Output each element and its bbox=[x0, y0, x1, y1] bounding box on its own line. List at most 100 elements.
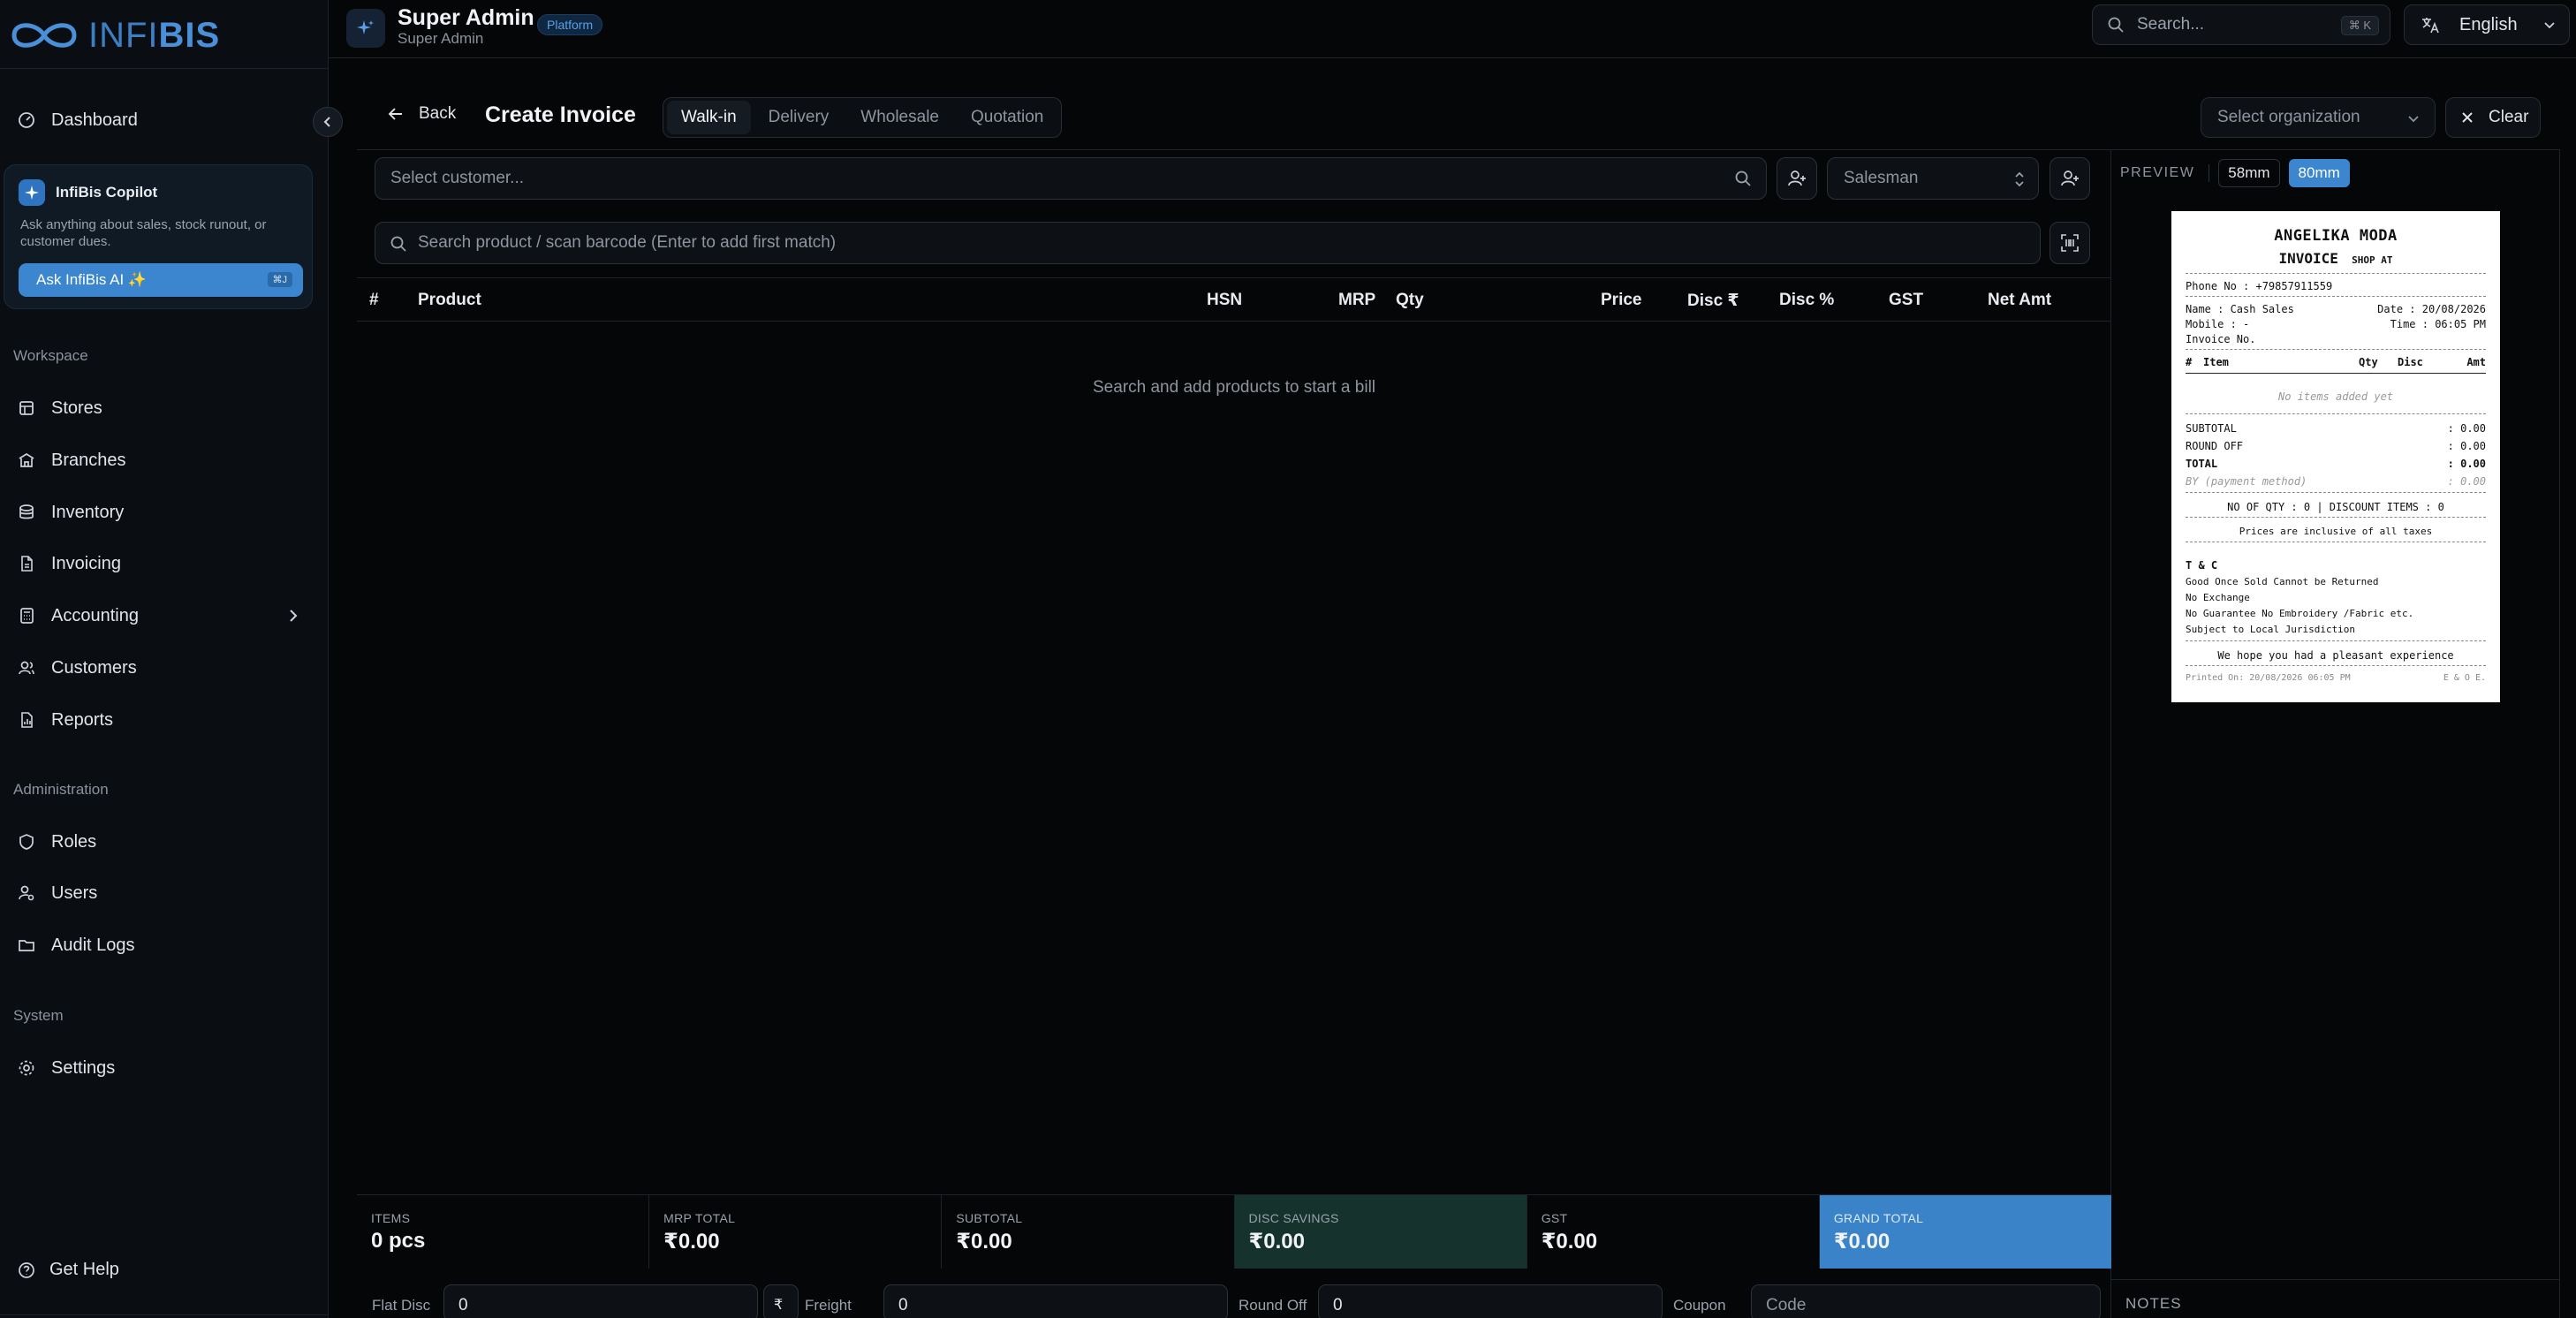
preview-label: PREVIEW bbox=[2120, 165, 2195, 180]
col-product: Product bbox=[418, 291, 481, 309]
brand-wordmark: INFIBIS bbox=[88, 15, 221, 55]
sidebar-item-label: Customers bbox=[51, 657, 137, 678]
back-button[interactable]: Back bbox=[387, 104, 456, 124]
add-salesman-button[interactable] bbox=[2049, 157, 2090, 200]
receipt-divider bbox=[2186, 665, 2486, 666]
brand-logo[interactable]: INFIBIS bbox=[7, 12, 220, 58]
receipt-divider bbox=[2186, 296, 2486, 297]
chevron-updown-icon bbox=[2015, 171, 2024, 187]
flat-disc-label: Flat Disc bbox=[372, 1297, 431, 1314]
disc-type-toggle[interactable]: ₹ bbox=[763, 1284, 799, 1318]
sidebar-item-customers[interactable]: Customers bbox=[12, 650, 304, 686]
tab-delivery[interactable]: Delivery bbox=[754, 101, 844, 134]
receipt-total: : 0.00 bbox=[2447, 458, 2486, 470]
receipt-printed-on: Printed On: 20/08/2026 06:05 PM bbox=[2186, 673, 2351, 683]
receipt-invoice-no: Invoice No. bbox=[2186, 333, 2256, 345]
language-label: English bbox=[2459, 14, 2518, 34]
sidebar-item-branches[interactable]: Branches bbox=[12, 443, 304, 478]
platform-badge: Platform bbox=[537, 14, 603, 35]
sidebar-item-accounting[interactable]: Accounting bbox=[12, 598, 304, 633]
col-gst: GST bbox=[1889, 291, 1924, 309]
search-shortcut: ⌘ K bbox=[2340, 16, 2379, 35]
receipt-mobile: Mobile : - bbox=[2186, 318, 2250, 330]
language-select[interactable]: English bbox=[2404, 4, 2570, 45]
receipt-tc-line: Good Once Sold Cannot be Returned bbox=[2186, 576, 2379, 587]
coupon-label: Coupon bbox=[1673, 1297, 1726, 1314]
receipt-tc-line: No Guarantee No Embroidery /Fabric etc. bbox=[2186, 608, 2414, 619]
calculator-icon bbox=[20, 608, 34, 624]
add-customer-button[interactable] bbox=[1777, 157, 1817, 200]
receipt-divider bbox=[2186, 517, 2486, 518]
file-icon bbox=[21, 556, 33, 572]
receipt-qty-summary: NO OF QTY : 0 | DISCOUNT ITEMS : 0 bbox=[2227, 501, 2444, 513]
receipt-no-items: No items added yet bbox=[2277, 390, 2394, 403]
sidebar-item-label: Reports bbox=[51, 709, 114, 730]
sidebar-item-users[interactable]: Users bbox=[12, 875, 304, 911]
salesman-select[interactable]: Salesman bbox=[1827, 157, 2039, 200]
sidebar-item-label: Dashboard bbox=[51, 110, 138, 130]
customer-select-input[interactable]: Select customer... bbox=[375, 157, 1767, 200]
total-mrp: MRP TOTAL ₹0.00 bbox=[649, 1195, 943, 1269]
totals-strip: ITEMS 0 pcs MRP TOTAL ₹0.00 SUBTOTAL ₹0.… bbox=[357, 1194, 2112, 1269]
sidebar-item-label: Roles bbox=[51, 831, 97, 852]
sidebar-item-inventory[interactable]: Inventory bbox=[12, 495, 304, 530]
chevron-down-icon bbox=[2408, 116, 2419, 123]
sidebar-divider bbox=[0, 1314, 329, 1315]
sidebar-item-settings[interactable]: Settings bbox=[12, 1050, 304, 1086]
sidebar-divider bbox=[0, 68, 329, 69]
header-title: Super Admin bbox=[398, 5, 534, 30]
copilot-header: InfiBis Copilot bbox=[19, 179, 157, 206]
invoice-mode-tabs: Walk-in Delivery Wholesale Quotation bbox=[663, 97, 1063, 138]
receipt-roundoff-row: ROUND OFF : 0.00 bbox=[2186, 440, 2486, 452]
receipt-subtotal: : 0.00 bbox=[2447, 422, 2486, 435]
global-search-input[interactable]: Search... ⌘ K bbox=[2092, 4, 2390, 45]
scan-barcode-button[interactable] bbox=[2049, 222, 2090, 264]
organization-select[interactable]: Select organization bbox=[2201, 97, 2436, 138]
sidebar-item-reports[interactable]: Reports bbox=[12, 702, 304, 738]
collapse-sidebar-button[interactable] bbox=[313, 107, 343, 137]
receipt-payment: : 0.00 bbox=[2447, 475, 2486, 488]
flat-disc-input[interactable]: 0 bbox=[443, 1284, 758, 1318]
receipt-total-label: TOTAL bbox=[2186, 458, 2218, 470]
customer-placeholder: Select customer... bbox=[390, 169, 525, 187]
receipt-mobile-row: Mobile : - Time : 06:05 PM bbox=[2186, 318, 2486, 330]
header-subtitle: Super Admin bbox=[398, 30, 484, 47]
sidebar-item-label: Users bbox=[51, 882, 98, 903]
clear-button[interactable]: Clear bbox=[2445, 97, 2541, 138]
tab-walk-in[interactable]: Walk-in bbox=[667, 101, 751, 134]
paper-size-58mm[interactable]: 58mm bbox=[2218, 159, 2280, 187]
sidebar-item-label: Settings bbox=[51, 1057, 116, 1078]
coupon-input[interactable]: Code bbox=[1751, 1284, 2101, 1318]
store-icon bbox=[19, 401, 34, 415]
sidebar-item-dashboard[interactable]: Dashboard bbox=[12, 102, 304, 138]
administration-section-label: Administration bbox=[13, 781, 109, 798]
receipt-divider bbox=[2186, 273, 2486, 274]
receipt-preview: ANGELIKA MODA INVOICE SHOP AT Phone No :… bbox=[2171, 211, 2500, 702]
sidebar-item-invoicing[interactable]: Invoicing bbox=[12, 546, 304, 581]
ask-ai-button[interactable]: Ask InfiBis AI ✨ ⌘J bbox=[19, 263, 303, 297]
freight-input[interactable]: 0 bbox=[883, 1284, 1228, 1318]
sidebar-item-label: Inventory bbox=[51, 502, 125, 522]
sidebar-item-stores[interactable]: Stores bbox=[12, 390, 304, 426]
product-search-input[interactable]: Search product / scan barcode (Enter to … bbox=[375, 222, 2041, 264]
receipt-divider bbox=[2186, 349, 2486, 350]
total-label: SUBTOTAL bbox=[956, 1211, 1023, 1225]
database-icon bbox=[19, 504, 34, 519]
total-label: GRAND TOTAL bbox=[1833, 1211, 1924, 1225]
receipt-col-qty: Qty bbox=[2359, 356, 2378, 368]
receipt-col-amt: Amt bbox=[2466, 356, 2486, 368]
tab-wholesale[interactable]: Wholesale bbox=[846, 101, 953, 134]
sidebar-item-roles[interactable]: Roles bbox=[12, 824, 304, 860]
sidebar-item-audit-logs[interactable]: Audit Logs bbox=[12, 928, 304, 963]
receipt-thanks: We hope you had a pleasant experience bbox=[2217, 649, 2454, 662]
total-grand: GRAND TOTAL ₹0.00 bbox=[1819, 1195, 2112, 1269]
sparkle-icon bbox=[346, 9, 385, 48]
total-value: ₹0.00 bbox=[1833, 1230, 1890, 1254]
get-help-link[interactable]: Get Help bbox=[18, 1260, 119, 1280]
tab-quotation[interactable]: Quotation bbox=[957, 101, 1057, 134]
total-value: ₹0.00 bbox=[663, 1230, 720, 1254]
help-circle-icon bbox=[19, 1261, 34, 1278]
paper-size-80mm[interactable]: 80mm bbox=[2288, 159, 2350, 187]
receipt-name-row: Name : Cash Sales Date : 20/08/2026 bbox=[2186, 303, 2486, 315]
round-off-input[interactable]: 0 bbox=[1318, 1284, 1663, 1318]
